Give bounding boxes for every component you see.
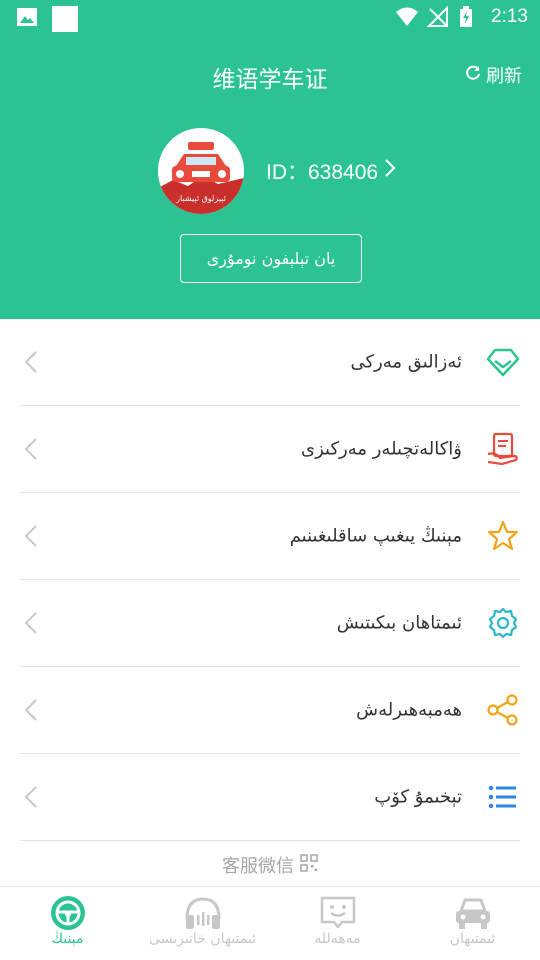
chevron-left-icon [24,785,38,809]
nav-tab-mine[interactable]: مېنىڭ [0,887,135,960]
refresh-icon [464,64,482,87]
share-icon [486,693,520,727]
user-id-row[interactable]: ID：638406 [266,156,396,186]
menu-item-membership[interactable]: ئەزالىق مەركى [20,319,520,406]
headphones-icon [183,895,223,931]
bottom-nav: مېنىڭ ئىمتىھان خاتىرىسى مەھەللە ئىمتىھان [0,886,540,960]
chevron-left-icon [24,350,38,374]
menu-item-agents[interactable]: ۋاكالەتچىلەر مەركىزى [20,406,520,493]
chevron-left-icon [24,524,38,548]
menu-list: ئەزالىق مەركى ۋاكالەتچىلەر مەركىزى مېنىڭ… [0,319,540,841]
status-bar-left [16,6,78,32]
status-time: 2:13 [491,6,528,27]
menu-item-label: مېنىڭ يىغىپ ساقلىغىنىم [289,525,462,547]
status-bar-right: 2:13 [395,5,528,28]
nav-label: ئىمتىھان خاتىرىسى [149,931,256,947]
car-icon [453,895,493,931]
star-icon [486,519,520,553]
no-signal-icon [426,5,449,28]
menu-item-label: ۋاكالەتچىلەر مەركىزى [301,438,462,460]
nav-label: مېنىڭ [51,931,84,947]
chevron-right-icon [384,158,396,184]
nav-tab-community[interactable]: مەھەللە [270,887,405,960]
chevron-left-icon [24,698,38,722]
chevron-left-icon [24,611,38,635]
page-title: 维语学车证 [212,67,328,93]
customer-service-wechat[interactable]: 客服微信 [0,852,540,878]
qr-code-icon [300,853,318,877]
document-hand-icon [486,432,520,466]
wifi-icon [395,6,419,28]
status-bar: 2:13 [0,0,540,36]
battery-charging-icon [459,6,481,28]
refresh-button[interactable]: 刷新 [464,62,522,88]
menu-item-more[interactable]: تېخىمۇ كۆپ [20,754,520,841]
chat-face-icon [318,895,358,931]
menu-item-label: تېخىمۇ كۆپ [374,786,462,808]
profile-header: 维语学车证 刷新 ئېيزلوق ئېيشبار ID：638406 يان ت… [0,36,540,319]
menu-item-favorites[interactable]: مېنىڭ يىغىپ ساقلىغىنىم [20,493,520,580]
refresh-label: 刷新 [486,66,522,87]
menu-item-label: ئەزالىق مەركى [350,351,462,373]
service-label: 客服微信 [222,856,294,877]
menu-item-label: ھەمبەھىرلەش [356,699,462,721]
nav-label: مەھەللە [314,931,361,947]
menu-item-exam-settings[interactable]: ئىمتاھان بىكىتىش [20,580,520,667]
menu-item-label: ئىمتاھان بىكىتىش [336,612,462,634]
diamond-icon [486,345,520,379]
nav-tab-exam[interactable]: ئىمتىھان [405,887,540,960]
bind-phone-button[interactable]: يان تېلېفون نومۇرى [180,234,362,283]
list-icon [486,780,520,814]
avatar-caption: ئېيزلوق ئېيشبار [176,194,226,203]
steering-wheel-icon [48,895,88,931]
screen: 2:13 维语学车证 刷新 ئېيزلوق ئېيشبار ID：638406 … [0,0,540,960]
blank-square-icon [52,6,78,32]
chevron-left-icon [24,437,38,461]
nav-tab-exam-records[interactable]: ئىمتىھان خاتىرىسى [135,887,270,960]
menu-item-share[interactable]: ھەمبەھىرلەش [20,667,520,754]
gear-icon [486,606,520,640]
nav-label: ئىمتىھان [449,931,496,947]
image-icon [16,6,38,28]
user-id-text: ID：638406 [266,161,379,184]
